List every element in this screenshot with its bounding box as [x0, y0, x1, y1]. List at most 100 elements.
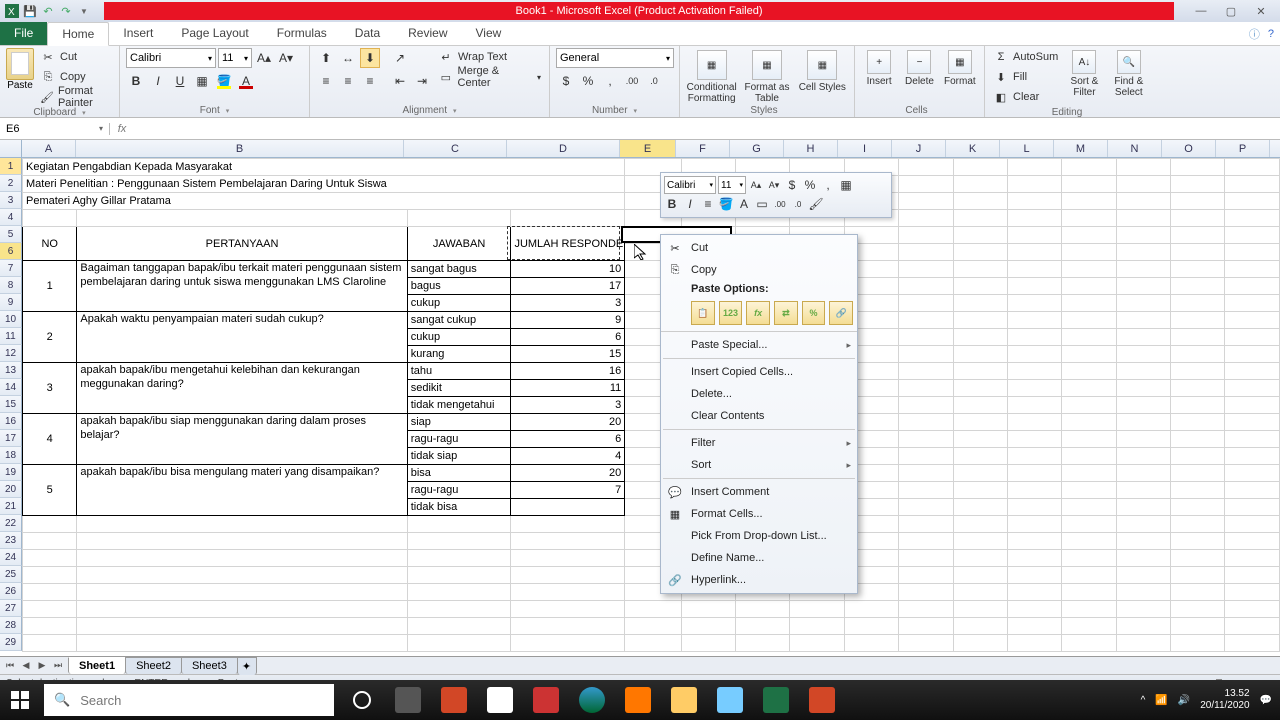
decrease-indent-button[interactable]: ⇤	[390, 71, 410, 91]
cell[interactable]: bisa	[407, 465, 511, 482]
cell[interactable]: cukup	[407, 295, 511, 312]
cell[interactable]	[1062, 567, 1116, 584]
cell[interactable]	[1007, 414, 1061, 431]
cell[interactable]	[899, 465, 953, 482]
cell[interactable]	[1116, 584, 1170, 601]
shrink-font-button[interactable]: A▾	[276, 48, 296, 68]
cell[interactable]	[23, 618, 77, 635]
tab-file[interactable]: File	[0, 22, 47, 45]
cell[interactable]: Materi Penelitian : Penggunaan Sistem Pe…	[23, 176, 625, 193]
ctx-cut[interactable]: ✂Cut	[661, 237, 857, 259]
cell[interactable]	[1225, 397, 1280, 414]
name-box[interactable]: E6▾	[0, 123, 110, 135]
cell[interactable]	[1116, 329, 1170, 346]
font-size-select[interactable]: 11▾	[218, 48, 252, 68]
col-header-I[interactable]: I	[838, 140, 892, 157]
cell[interactable]	[899, 329, 953, 346]
cell[interactable]	[1171, 295, 1225, 312]
cell[interactable]	[953, 176, 1007, 193]
cell[interactable]: 20	[511, 414, 625, 431]
cell[interactable]	[790, 635, 844, 652]
ctx-filter[interactable]: Filter▸	[661, 432, 857, 454]
cell[interactable]	[1171, 601, 1225, 618]
cell[interactable]	[23, 584, 77, 601]
cell[interactable]	[1062, 465, 1116, 482]
cell[interactable]	[953, 397, 1007, 414]
sheet-tab-3[interactable]: Sheet3	[181, 657, 238, 674]
cell[interactable]	[1007, 635, 1061, 652]
cell[interactable]	[736, 618, 790, 635]
cell[interactable]: JAWABAN	[407, 227, 511, 261]
ctx-delete[interactable]: Delete...	[661, 383, 857, 405]
row-header-14[interactable]: 14	[0, 379, 22, 396]
cell[interactable]: apakah bapak/ibu bisa mengulang materi y…	[77, 465, 407, 516]
cell[interactable]	[953, 210, 1007, 227]
grow-font-button[interactable]: A▴	[254, 48, 274, 68]
clear-button[interactable]: ◧Clear	[991, 88, 1060, 106]
paste-all-button[interactable]: 📋	[691, 301, 715, 325]
cell[interactable]	[511, 618, 625, 635]
cell[interactable]	[1062, 210, 1116, 227]
cell[interactable]	[1007, 363, 1061, 380]
cell[interactable]	[1171, 516, 1225, 533]
cell[interactable]: ragu-ragu	[407, 431, 511, 448]
cell[interactable]: 10	[511, 261, 625, 278]
sheet-tab-1[interactable]: Sheet1	[68, 657, 126, 674]
cell[interactable]: apakah bapak/ibu mengetahui kelebihan da…	[77, 363, 407, 414]
copy-button[interactable]: ⎘Copy	[38, 68, 113, 86]
task-vlc[interactable]	[618, 680, 658, 720]
help-icon[interactable]: ?	[1268, 28, 1274, 40]
cell[interactable]	[899, 499, 953, 516]
cell[interactable]	[1062, 533, 1116, 550]
cell[interactable]	[407, 210, 511, 227]
format-cells-button[interactable]: ▦Format	[942, 48, 978, 87]
row-header-7[interactable]: 7	[0, 260, 22, 277]
cell[interactable]	[953, 295, 1007, 312]
col-header-F[interactable]: F	[676, 140, 730, 157]
cell[interactable]	[1171, 380, 1225, 397]
border-button[interactable]: ▦	[192, 71, 212, 91]
cell[interactable]	[1171, 635, 1225, 652]
paste-link-button[interactable]: 🔗	[829, 301, 853, 325]
cell[interactable]: 1	[23, 261, 77, 312]
ctx-clear[interactable]: Clear Contents	[661, 405, 857, 427]
sort-filter-button[interactable]: A↓Sort & Filter	[1064, 48, 1104, 98]
cell[interactable]	[899, 448, 953, 465]
cell[interactable]	[1062, 363, 1116, 380]
cell[interactable]	[407, 567, 511, 584]
cell[interactable]	[899, 567, 953, 584]
cell[interactable]	[77, 567, 407, 584]
cell[interactable]	[1116, 261, 1170, 278]
cell[interactable]	[1171, 448, 1225, 465]
row-header-12[interactable]: 12	[0, 345, 22, 362]
cell[interactable]	[1171, 482, 1225, 499]
cell[interactable]: 3	[511, 295, 625, 312]
tray-notifications-icon[interactable]: 💬	[1260, 695, 1272, 706]
minimize-ribbon-icon[interactable]: ⓘ	[1249, 26, 1260, 42]
mini-inc-dec[interactable]: .00	[772, 196, 788, 212]
format-painter-button[interactable]: 🖌Format Painter	[38, 88, 113, 106]
task-app2[interactable]	[710, 680, 750, 720]
cell[interactable]	[1171, 227, 1225, 244]
cell[interactable]	[953, 584, 1007, 601]
cell[interactable]	[23, 635, 77, 652]
cell[interactable]	[1062, 295, 1116, 312]
cell[interactable]: 9	[511, 312, 625, 329]
cell[interactable]	[1225, 176, 1280, 193]
cell[interactable]	[1225, 516, 1280, 533]
cell[interactable]	[1116, 210, 1170, 227]
cell[interactable]	[511, 516, 625, 533]
cell[interactable]	[844, 618, 898, 635]
cell[interactable]	[953, 618, 1007, 635]
cell[interactable]	[511, 499, 625, 516]
cell[interactable]	[1007, 516, 1061, 533]
cell[interactable]	[1007, 380, 1061, 397]
cell[interactable]	[953, 533, 1007, 550]
cell[interactable]	[953, 414, 1007, 431]
cell[interactable]	[511, 550, 625, 567]
cell[interactable]: 11	[511, 380, 625, 397]
ctx-format-cells[interactable]: ▦Format Cells...	[661, 503, 857, 525]
cell[interactable]	[953, 635, 1007, 652]
cell[interactable]	[1062, 261, 1116, 278]
cell[interactable]	[1225, 618, 1280, 635]
